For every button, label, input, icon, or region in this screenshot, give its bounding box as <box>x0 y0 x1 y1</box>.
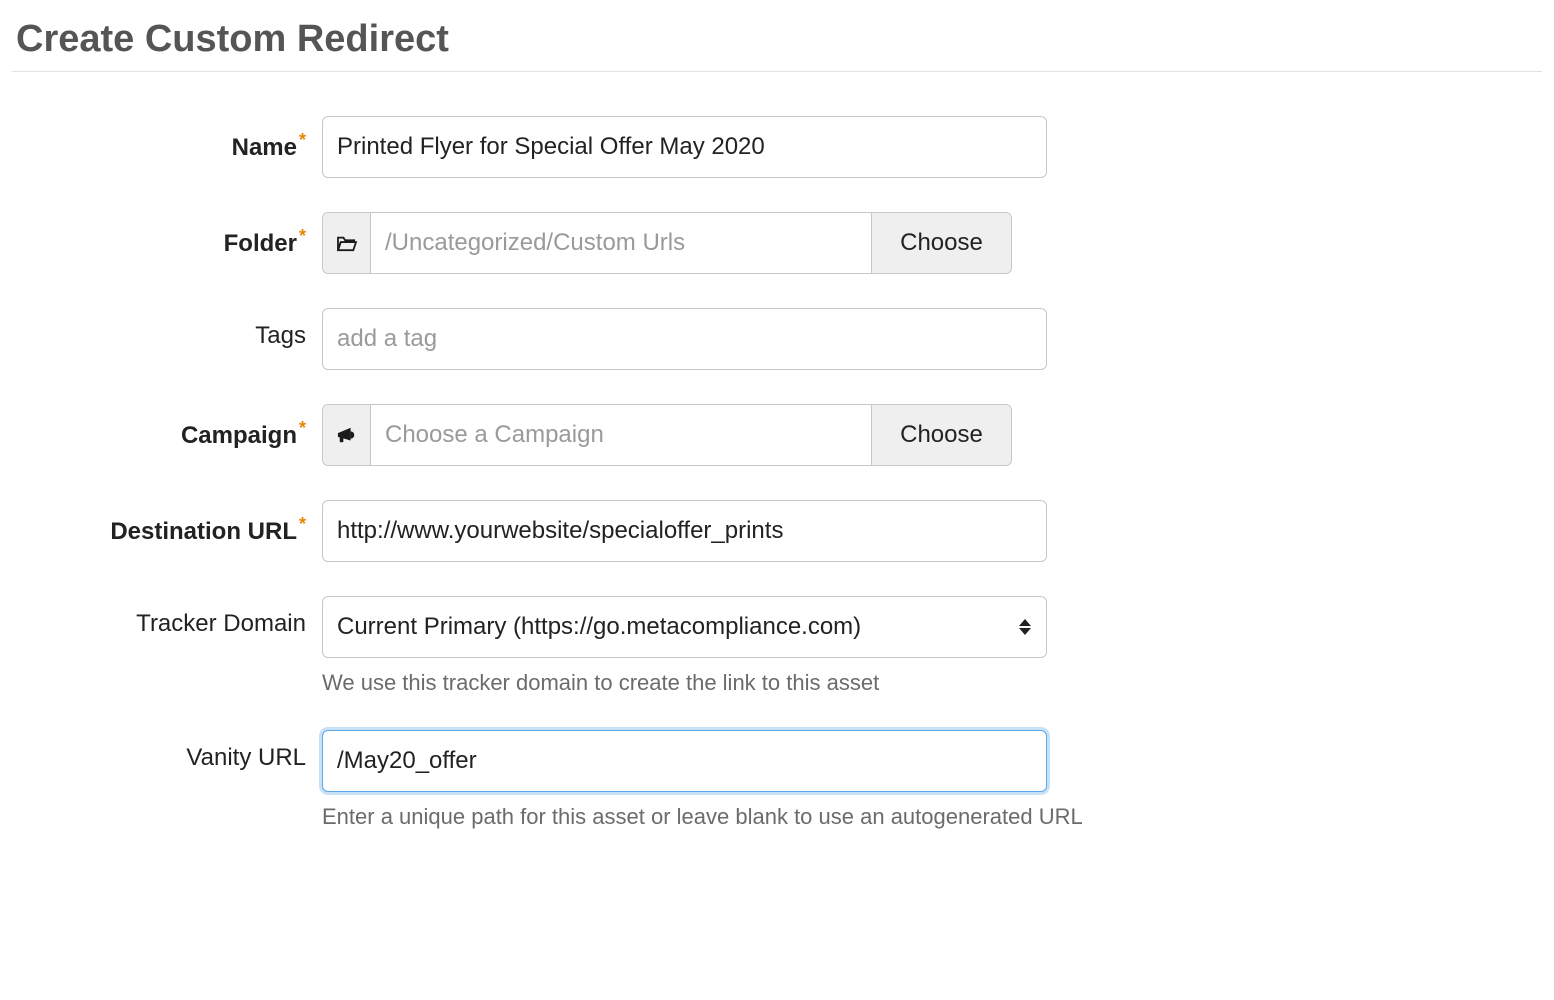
tracker-domain-selected-value: Current Primary (https://go.metacomplian… <box>337 613 1018 641</box>
label-tracker-domain: Tracker Domain <box>12 596 322 638</box>
destination-url-input[interactable] <box>322 500 1047 562</box>
label-destination-url: Destination URL* <box>12 500 322 546</box>
label-campaign: Campaign* <box>12 404 322 450</box>
row-folder: Folder* Choose <box>12 212 1542 274</box>
label-tags: Tags <box>12 308 322 350</box>
name-input[interactable] <box>322 116 1047 178</box>
select-caret-icon <box>1018 616 1032 638</box>
tags-input[interactable] <box>322 308 1047 370</box>
tracker-domain-select[interactable]: Current Primary (https://go.metacomplian… <box>322 596 1047 658</box>
folder-input[interactable] <box>371 213 871 273</box>
megaphone-icon <box>323 405 371 465</box>
folder-open-icon <box>323 213 371 273</box>
required-marker: * <box>299 514 306 534</box>
row-name: Name* <box>12 116 1542 178</box>
label-name: Name* <box>12 116 322 162</box>
vanity-url-help-text: Enter a unique path for this asset or le… <box>322 804 1182 830</box>
vanity-url-input[interactable] <box>322 730 1047 792</box>
divider <box>12 71 1542 72</box>
row-campaign: Campaign* Choose <box>12 404 1542 466</box>
page-title: Create Custom Redirect <box>12 18 1542 61</box>
folder-choose-button[interactable]: Choose <box>871 213 1011 273</box>
folder-input-group: Choose <box>322 212 1012 274</box>
required-marker: * <box>299 130 306 150</box>
campaign-input-group: Choose <box>322 404 1012 466</box>
row-vanity-url: Vanity URL Enter a unique path for this … <box>12 730 1542 830</box>
create-custom-redirect-form: Name* Folder* Choose Tag <box>12 116 1542 830</box>
campaign-input[interactable] <box>371 405 871 465</box>
row-tags: Tags <box>12 308 1542 370</box>
label-folder: Folder* <box>12 212 322 258</box>
row-destination-url: Destination URL* <box>12 500 1542 562</box>
campaign-choose-button[interactable]: Choose <box>871 405 1011 465</box>
label-vanity-url: Vanity URL <box>12 730 322 772</box>
required-marker: * <box>299 418 306 438</box>
row-tracker-domain: Tracker Domain Current Primary (https://… <box>12 596 1542 696</box>
required-marker: * <box>299 226 306 246</box>
tracker-domain-help-text: We use this tracker domain to create the… <box>322 670 1182 696</box>
